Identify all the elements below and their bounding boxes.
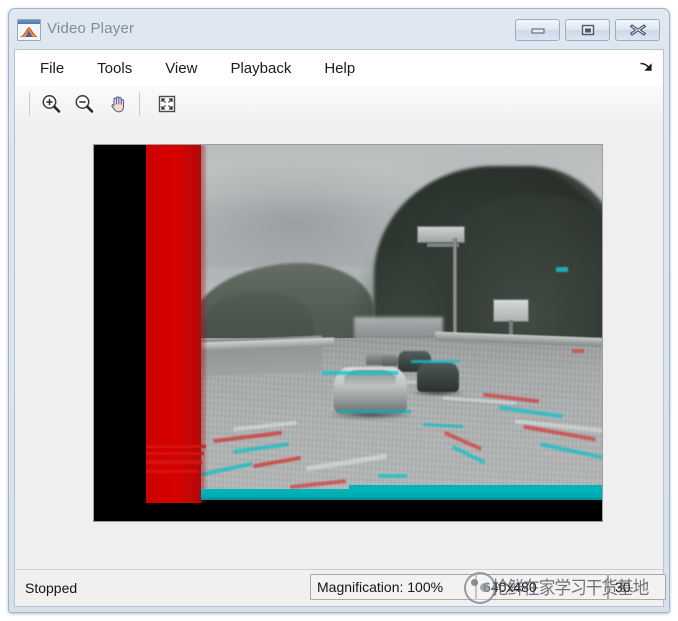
video-scene	[201, 145, 602, 503]
matlab-membrane-icon	[17, 19, 41, 41]
video-frame[interactable]	[93, 144, 603, 522]
letterbox-left	[94, 145, 146, 521]
menu-item-view[interactable]: View	[154, 57, 208, 80]
video-image	[94, 145, 602, 521]
magnification-label: Magnification: 100%	[317, 579, 444, 595]
video-display-area[interactable]	[15, 122, 663, 570]
letterbox-bottom	[94, 500, 602, 521]
menu-item-file[interactable]: File	[29, 57, 75, 80]
client-area: File Tools View Playback Help Stopped Ma…	[14, 49, 666, 607]
playback-state-label: Stopped	[25, 580, 78, 596]
dimensions-label: 640x480	[483, 579, 537, 595]
frame-rate-panel[interactable]: 30	[608, 574, 666, 600]
close-button[interactable]	[615, 19, 660, 41]
tool-bar	[15, 86, 663, 123]
window-title: Video Player	[47, 20, 135, 37]
minimize-button[interactable]	[515, 19, 560, 41]
menu-item-tools[interactable]: Tools	[86, 57, 143, 80]
status-bar: Stopped Magnification: 100% 640x480 30	[15, 569, 666, 606]
menu-item-playback[interactable]: Playback	[219, 57, 302, 80]
magnification-panel[interactable]: Magnification: 100%	[310, 574, 476, 600]
fit-to-window-button[interactable]	[153, 91, 181, 117]
restore-button[interactable]	[565, 19, 610, 41]
cyan-artifact-band	[201, 489, 602, 500]
frame-rate-label: 30	[615, 579, 631, 595]
pan-hand-button[interactable]	[105, 91, 132, 117]
menu-bar: File Tools View Playback Help	[15, 50, 663, 87]
dimensions-panel[interactable]: 640x480	[476, 574, 608, 600]
zoom-in-button[interactable]	[37, 91, 64, 117]
title-bar[interactable]: Video Player	[9, 9, 669, 49]
undock-arrow-icon[interactable]	[639, 61, 653, 75]
menu-item-help[interactable]: Help	[313, 57, 366, 80]
zoom-out-button[interactable]	[70, 91, 97, 117]
video-player-window: Video Player File Tools View Playback He…	[8, 8, 670, 613]
